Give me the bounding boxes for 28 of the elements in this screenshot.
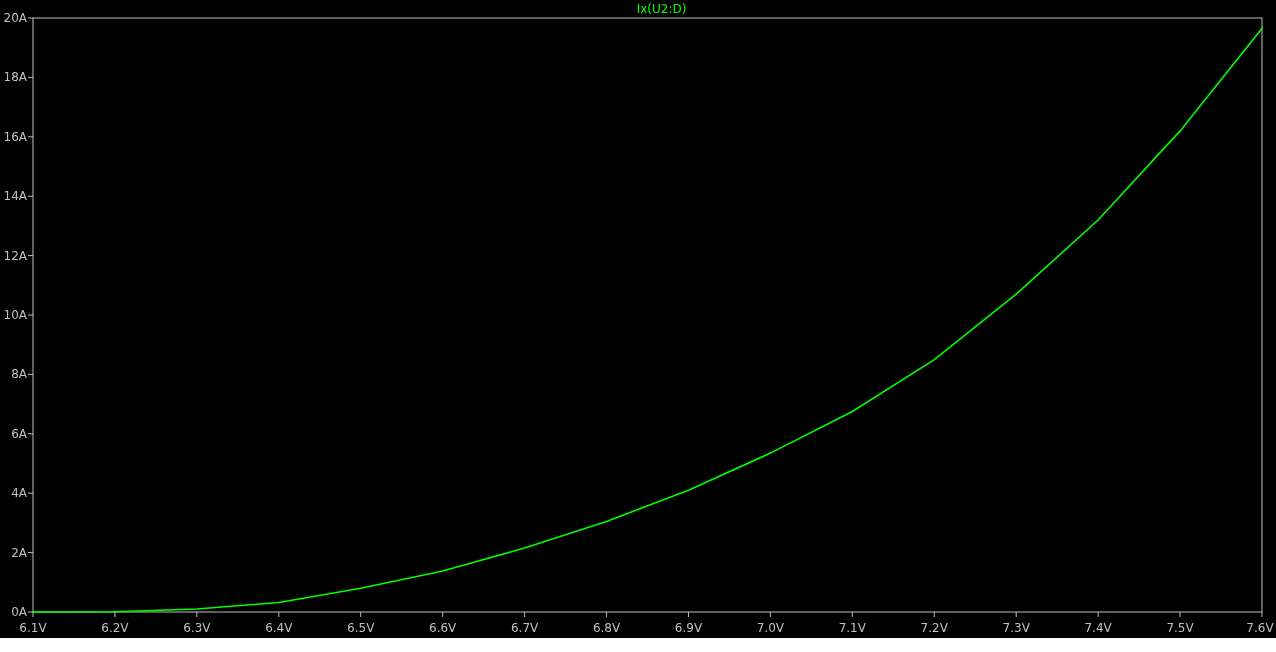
x-tick-label: 7.4V — [1084, 621, 1112, 635]
trace-label[interactable]: Ix(U2:D) — [636, 2, 687, 16]
y-tick-label: 0A — [11, 605, 27, 619]
x-tick-label: 6.9V — [674, 621, 703, 635]
x-tick-label: 6.1V — [19, 621, 47, 635]
x-tick-label: 6.5V — [347, 621, 375, 635]
y-tick-label: 6A — [11, 426, 27, 441]
x-tick-label: 6.7V — [510, 621, 539, 635]
y-tick-label: 4A — [11, 486, 27, 501]
y-tick-label: 18A — [3, 70, 27, 85]
x-tick-label: 6.2V — [101, 621, 129, 635]
x-tick-label: 7.2V — [920, 621, 948, 635]
y-tick-label: 12A — [3, 248, 27, 263]
x-tick-label: 7.6V — [1246, 621, 1274, 635]
y-tick-label: 20A — [3, 11, 27, 25]
y-tick-label: 8A — [11, 367, 27, 382]
x-tick-label: 6.6V — [429, 621, 457, 635]
x-tick-label: 6.8V — [592, 621, 621, 635]
x-tick-label: 6.4V — [265, 621, 293, 635]
x-tick-label: 7.5V — [1166, 621, 1194, 635]
x-tick-label: 6.3V — [183, 621, 211, 635]
x-tick-label: 7.1V — [838, 621, 866, 635]
y-tick-label: 10A — [3, 308, 27, 322]
y-tick-label: 14A — [3, 189, 27, 204]
y-tick-label: 16A — [3, 129, 27, 144]
y-tick-label: 2A — [11, 545, 27, 560]
x-tick-label: 7.0V — [756, 621, 785, 635]
x-tick-label: 7.3V — [1002, 621, 1030, 635]
